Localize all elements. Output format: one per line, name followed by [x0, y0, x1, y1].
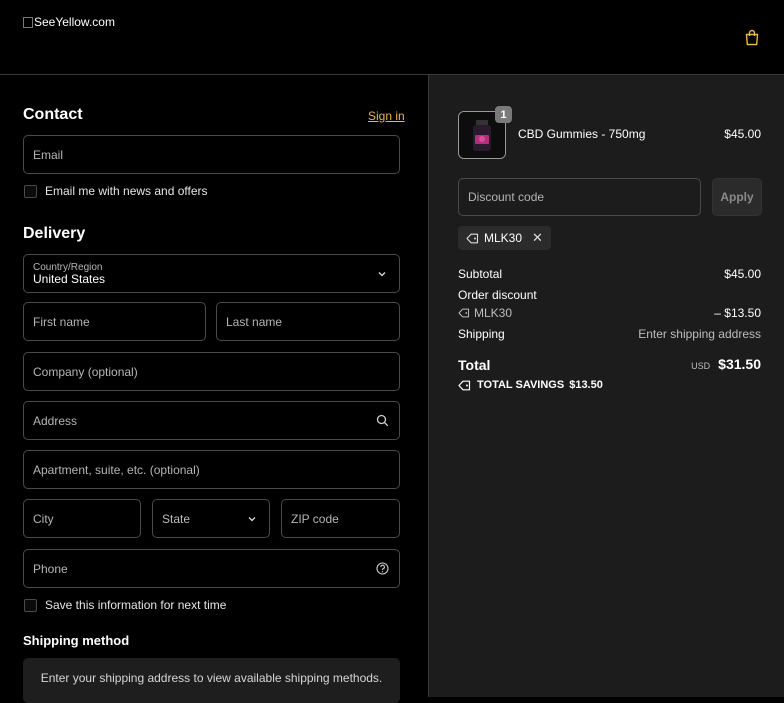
shipping-label: Shipping — [458, 327, 505, 341]
first-name-field[interactable] — [23, 302, 206, 341]
news-checkbox[interactable] — [24, 184, 37, 198]
news-checkbox-label: Email me with news and offers — [45, 184, 208, 198]
checkout-form: Contact Sign in Email me with news and o… — [0, 75, 428, 703]
last-name-input[interactable] — [226, 314, 399, 329]
city-field[interactable] — [23, 499, 141, 538]
sign-in-link[interactable]: Sign in — [368, 109, 405, 123]
broken-image-icon — [23, 16, 33, 28]
email-input[interactable] — [33, 147, 399, 162]
address-input[interactable] — [33, 413, 399, 428]
company-input[interactable] — [33, 364, 399, 379]
last-name-field[interactable] — [216, 302, 400, 341]
tag-icon — [458, 308, 470, 318]
zip-field[interactable] — [281, 499, 400, 538]
tag-icon — [466, 233, 479, 243]
address-field[interactable] — [23, 401, 400, 440]
savings-tag-icon — [458, 380, 471, 390]
save-info-label: Save this information for next time — [45, 598, 227, 612]
country-select[interactable]: Country/Region United States — [23, 254, 400, 293]
phone-input[interactable] — [33, 561, 399, 576]
shipping-method-heading: Shipping method — [23, 633, 130, 648]
help-circle-icon[interactable] — [376, 561, 389, 575]
order-summary: 1 CBD Gummies - 750mg $45.00 Apply MLK30… — [428, 75, 784, 697]
discount-code-input[interactable] — [468, 190, 700, 204]
shopping-bag-icon[interactable] — [744, 29, 760, 46]
total-value-group: USD $31.50 — [691, 356, 761, 372]
chevron-down-icon — [378, 271, 386, 276]
currency-code: USD — [691, 361, 711, 371]
remove-discount-icon[interactable]: ✕ — [532, 230, 543, 246]
save-info-checkbox-row[interactable]: Save this information for next time — [24, 598, 226, 612]
contact-heading: Contact — [23, 106, 83, 123]
company-field[interactable] — [23, 352, 400, 391]
logo-alt-text: SeeYellow.com — [34, 15, 115, 29]
apply-button[interactable]: Apply — [712, 178, 762, 216]
state-placeholder: State — [162, 511, 191, 526]
applied-discount-code: MLK30 — [484, 231, 523, 245]
order-discount-code: MLK30 — [474, 306, 513, 320]
city-input[interactable] — [33, 511, 140, 526]
shipping-method-note: Enter your shipping address to view avai… — [23, 658, 400, 703]
shipping-method-note-text: Enter your shipping address to view avai… — [40, 671, 383, 685]
search-icon[interactable] — [376, 414, 389, 427]
subtotal-value: $45.00 — [724, 267, 761, 281]
store-logo[interactable]: SeeYellow.com — [23, 15, 115, 29]
chevron-down-icon — [248, 516, 256, 521]
first-name-input[interactable] — [33, 314, 205, 329]
email-field[interactable] — [23, 135, 400, 174]
total-savings-value: $13.50 — [569, 379, 603, 391]
phone-field[interactable] — [23, 549, 400, 588]
zip-input[interactable] — [291, 511, 399, 526]
country-label: Country/Region — [33, 261, 103, 273]
shipping-value: Enter shipping address — [638, 327, 761, 341]
apartment-field[interactable] — [23, 450, 400, 489]
header: SeeYellow.com — [0, 0, 784, 75]
apartment-input[interactable] — [33, 462, 399, 477]
product-name: CBD Gummies - 750mg — [518, 127, 646, 141]
total-label: Total — [458, 357, 491, 373]
total-savings-label: TOTAL SAVINGS — [477, 379, 565, 391]
delivery-heading: Delivery — [23, 225, 86, 242]
quantity-badge: 1 — [495, 106, 512, 123]
applied-discount-chip: MLK30 ✕ — [458, 226, 551, 250]
country-value: United States — [33, 271, 106, 286]
subtotal-label: Subtotal — [458, 267, 503, 281]
order-discount-value: – $13.50 — [714, 306, 761, 320]
news-checkbox-row[interactable]: Email me with news and offers — [24, 184, 208, 198]
total-savings-row: TOTAL SAVINGS $13.50 — [458, 379, 603, 391]
total-value: $31.50 — [718, 356, 761, 372]
product-price: $45.00 — [724, 127, 761, 141]
state-select[interactable]: State — [152, 499, 270, 538]
order-discount-label: Order discount — [458, 288, 537, 302]
save-info-checkbox[interactable] — [24, 598, 37, 612]
discount-code-field[interactable] — [458, 178, 701, 216]
order-discount-code-row: MLK30 — [458, 306, 512, 320]
